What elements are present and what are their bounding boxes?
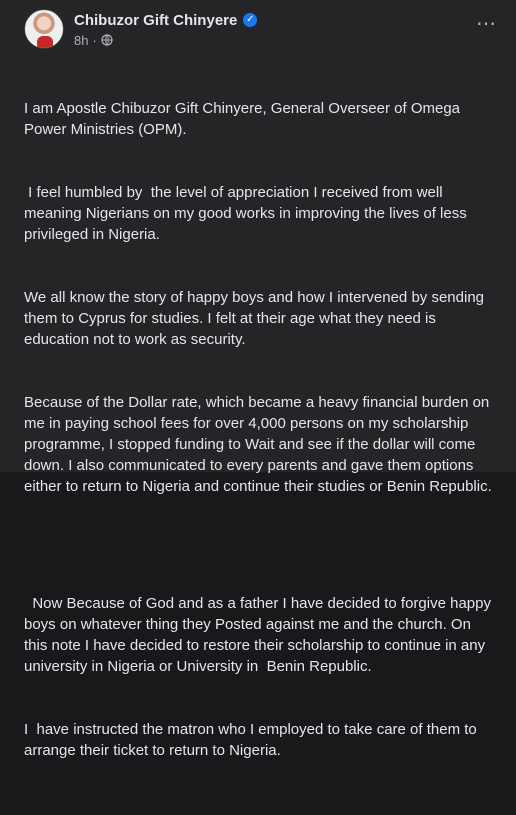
facebook-post: Chibuzor Gift Chinyere ✓ 8h · ⋯ I am Apo… <box>0 0 516 759</box>
post-line: We all know the story of happy boys and … <box>24 289 489 348</box>
author-name[interactable]: Chibuzor Gift Chinyere <box>74 12 237 29</box>
post-line: I am Apostle Chibuzor Gift Chinyere, Gen… <box>24 100 465 138</box>
post-line: Now Because of God and as a father I hav… <box>24 595 496 675</box>
author-avatar[interactable] <box>24 9 64 49</box>
post-line: Because of the Dollar rate, which became… <box>24 394 494 495</box>
post-content: I am Apostle Chibuzor Gift Chinyere, Gen… <box>24 56 492 815</box>
globe-icon <box>101 34 113 46</box>
time-separator: · <box>92 32 97 48</box>
verified-badge-icon: ✓ <box>243 13 258 27</box>
post-paragraph-1: I am Apostle Chibuzor Gift Chinyere, Gen… <box>24 56 492 539</box>
post-line: I have instructed the matron who I emplo… <box>24 721 481 759</box>
post-paragraph-2: Now Because of God and as a father I hav… <box>24 551 492 803</box>
post-meta: Chibuzor Gift Chinyere ✓ 8h · <box>74 10 258 48</box>
post-time-row: 8h · <box>74 32 257 48</box>
post-header: Chibuzor Gift Chinyere ✓ 8h · <box>24 8 258 50</box>
post-line: I feel humbled by the level of appreciat… <box>24 184 471 243</box>
more-options-icon[interactable]: ⋯ <box>474 12 498 36</box>
post-time[interactable]: 8h <box>74 33 88 48</box>
author-row: Chibuzor Gift Chinyere ✓ <box>74 10 258 30</box>
